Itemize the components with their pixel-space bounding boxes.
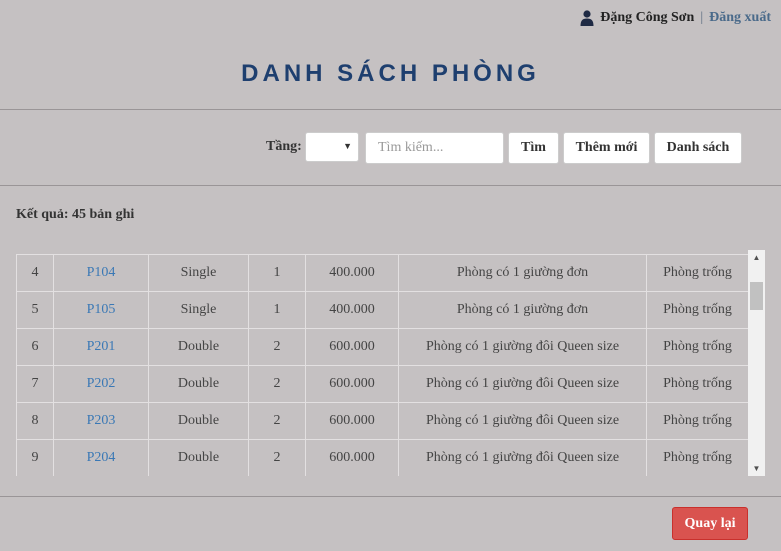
header-separator: |	[700, 10, 704, 25]
scroll-thumb[interactable]	[750, 282, 763, 310]
room-price: 600.000	[305, 328, 399, 366]
room-description: Phòng có 1 giường đôi Queen size	[398, 439, 647, 476]
footer-divider	[0, 496, 781, 497]
table-row: 8 P203 Double 2 600.000 Phòng có 1 giường đôi…	[16, 402, 749, 440]
row-number: 6	[16, 328, 54, 366]
room-type: Single	[148, 291, 249, 329]
room-description: Phòng có 1 giường đôi Queen size	[398, 402, 647, 440]
add-new-button[interactable]: Thêm mới	[563, 132, 650, 164]
room-description: Phòng có 1 giường đơn	[398, 291, 647, 329]
result-count: Kết quả: 45 bản ghi	[16, 207, 135, 222]
search-button[interactable]: Tìm	[508, 132, 559, 164]
room-price: 600.000	[305, 402, 399, 440]
room-type: Double	[148, 328, 249, 366]
chevron-down-icon: ▼	[343, 141, 352, 151]
bed-count: 2	[248, 439, 306, 476]
table-row: 7 P202 Double 2 600.000 Phòng có 1 giường đôi…	[16, 365, 749, 403]
row-number: 9	[16, 439, 54, 476]
room-status: Phòng trống	[646, 291, 749, 329]
room-code-link[interactable]: P203	[53, 402, 149, 440]
room-status: Phòng trống	[646, 365, 749, 403]
room-description: Phòng có 1 giường đôi Queen size	[398, 328, 647, 366]
room-price: 600.000	[305, 365, 399, 403]
search-input[interactable]	[365, 132, 504, 164]
table-row: 9 P204 Double 2 600.000 Phòng có 1 giường đôi…	[16, 439, 749, 476]
logout-link[interactable]: Đăng xuất	[709, 10, 771, 26]
room-code-link[interactable]: P105	[53, 291, 149, 329]
room-price: 400.000	[305, 291, 399, 329]
room-type: Double	[148, 402, 249, 440]
toolbar-divider	[0, 185, 781, 186]
room-status: Phòng trống	[646, 439, 749, 476]
user-icon	[580, 10, 594, 26]
room-description: Phòng có 1 giường đơn	[398, 254, 647, 292]
room-price: 600.000	[305, 439, 399, 476]
room-type: Double	[148, 365, 249, 403]
bed-count: 1	[248, 291, 306, 329]
room-type: Double	[148, 439, 249, 476]
floor-select[interactable]: ▼	[305, 132, 359, 162]
user-name: Đặng Công Sơn	[600, 10, 695, 25]
room-code-link[interactable]: P104	[53, 254, 149, 292]
scroll-up-icon[interactable]: ▲	[748, 253, 765, 262]
user-bar: Đặng Công Sơn | Đăng xuất	[580, 10, 771, 26]
toolbar: Tầng: ▼ Tìm Thêm mới Danh sách	[0, 131, 781, 165]
bed-count: 1	[248, 254, 306, 292]
vertical-scrollbar[interactable]: ▲ ▼	[748, 250, 765, 476]
row-number: 4	[16, 254, 54, 292]
scroll-down-icon[interactable]: ▼	[748, 464, 765, 473]
table-row: 4 P104 Single 1 400.000 Phòng có 1 giường đơn…	[16, 254, 749, 292]
floor-label: Tầng:	[266, 139, 302, 154]
table-row: 6 P201 Double 2 600.000 Phòng có 1 giường đôi…	[16, 328, 749, 366]
row-number: 5	[16, 291, 54, 329]
bed-count: 2	[248, 402, 306, 440]
list-button[interactable]: Danh sách	[654, 132, 742, 164]
room-code-link[interactable]: P202	[53, 365, 149, 403]
room-code-link[interactable]: P201	[53, 328, 149, 366]
page-title: DANH SÁCH PHÒNG	[241, 60, 540, 87]
room-type: Single	[148, 254, 249, 292]
room-price: 400.000	[305, 254, 399, 292]
room-table[interactable]: 4 P104 Single 1 400.000 Phòng có 1 giường đơn…	[16, 250, 765, 476]
bed-count: 2	[248, 365, 306, 403]
room-table-body: 4 P104 Single 1 400.000 Phòng có 1 giường đơn…	[16, 254, 749, 476]
row-number: 7	[16, 365, 54, 403]
back-button[interactable]: Quay lại	[672, 507, 748, 540]
bed-count: 2	[248, 328, 306, 366]
room-code-link[interactable]: P204	[53, 439, 149, 476]
room-status: Phòng trống	[646, 254, 749, 292]
header-divider	[0, 109, 781, 110]
row-number: 8	[16, 402, 54, 440]
room-description: Phòng có 1 giường đôi Queen size	[398, 365, 647, 403]
table-row: 5 P105 Single 1 400.000 Phòng có 1 giường đơn…	[16, 291, 749, 329]
room-status: Phòng trống	[646, 402, 749, 440]
room-status: Phòng trống	[646, 328, 749, 366]
